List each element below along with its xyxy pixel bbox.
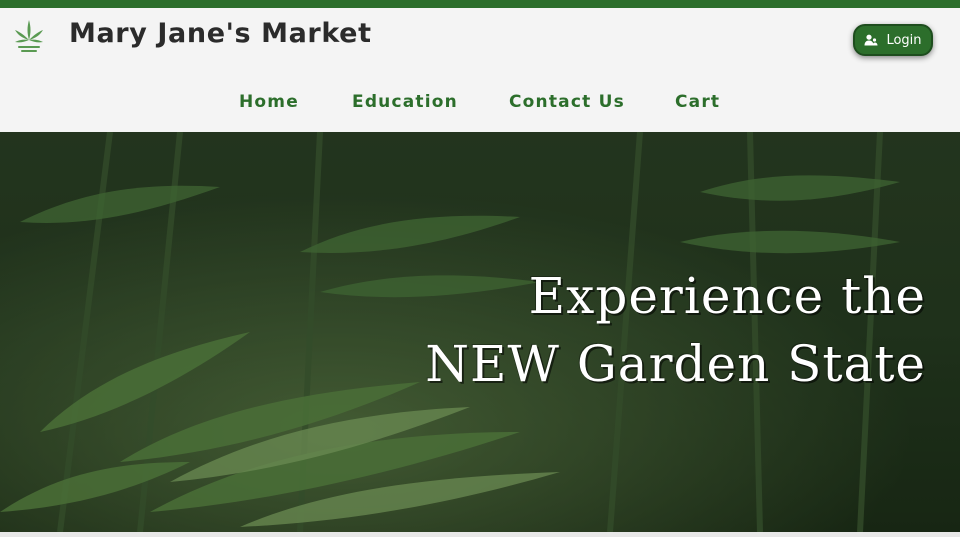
- site-title[interactable]: Mary Jane's Market: [69, 18, 372, 49]
- page-bottom-strip: [0, 532, 960, 537]
- login-label: Login: [886, 32, 922, 48]
- login-button[interactable]: Login: [853, 24, 933, 56]
- cannabis-leaf-logo[interactable]: [10, 18, 48, 54]
- hero-line-1: Experience the: [528, 267, 926, 325]
- nav-item-education[interactable]: Education: [352, 92, 458, 112]
- hero-banner: Experience the NEW Garden State: [0, 132, 960, 532]
- nav-item-home[interactable]: Home: [239, 92, 299, 112]
- nav-item-cart[interactable]: Cart: [675, 92, 720, 112]
- top-accent-bar: [0, 0, 960, 8]
- hero-line-2: NEW Garden State: [425, 335, 926, 393]
- user-group-icon: [864, 34, 878, 46]
- site-header: Mary Jane's Market Login Home Education …: [0, 8, 960, 132]
- hero-headline: Experience the NEW Garden State: [425, 262, 926, 398]
- nav-item-contact-us[interactable]: Contact Us: [509, 92, 625, 112]
- main-nav: Home Education Contact Us Cart: [0, 92, 960, 120]
